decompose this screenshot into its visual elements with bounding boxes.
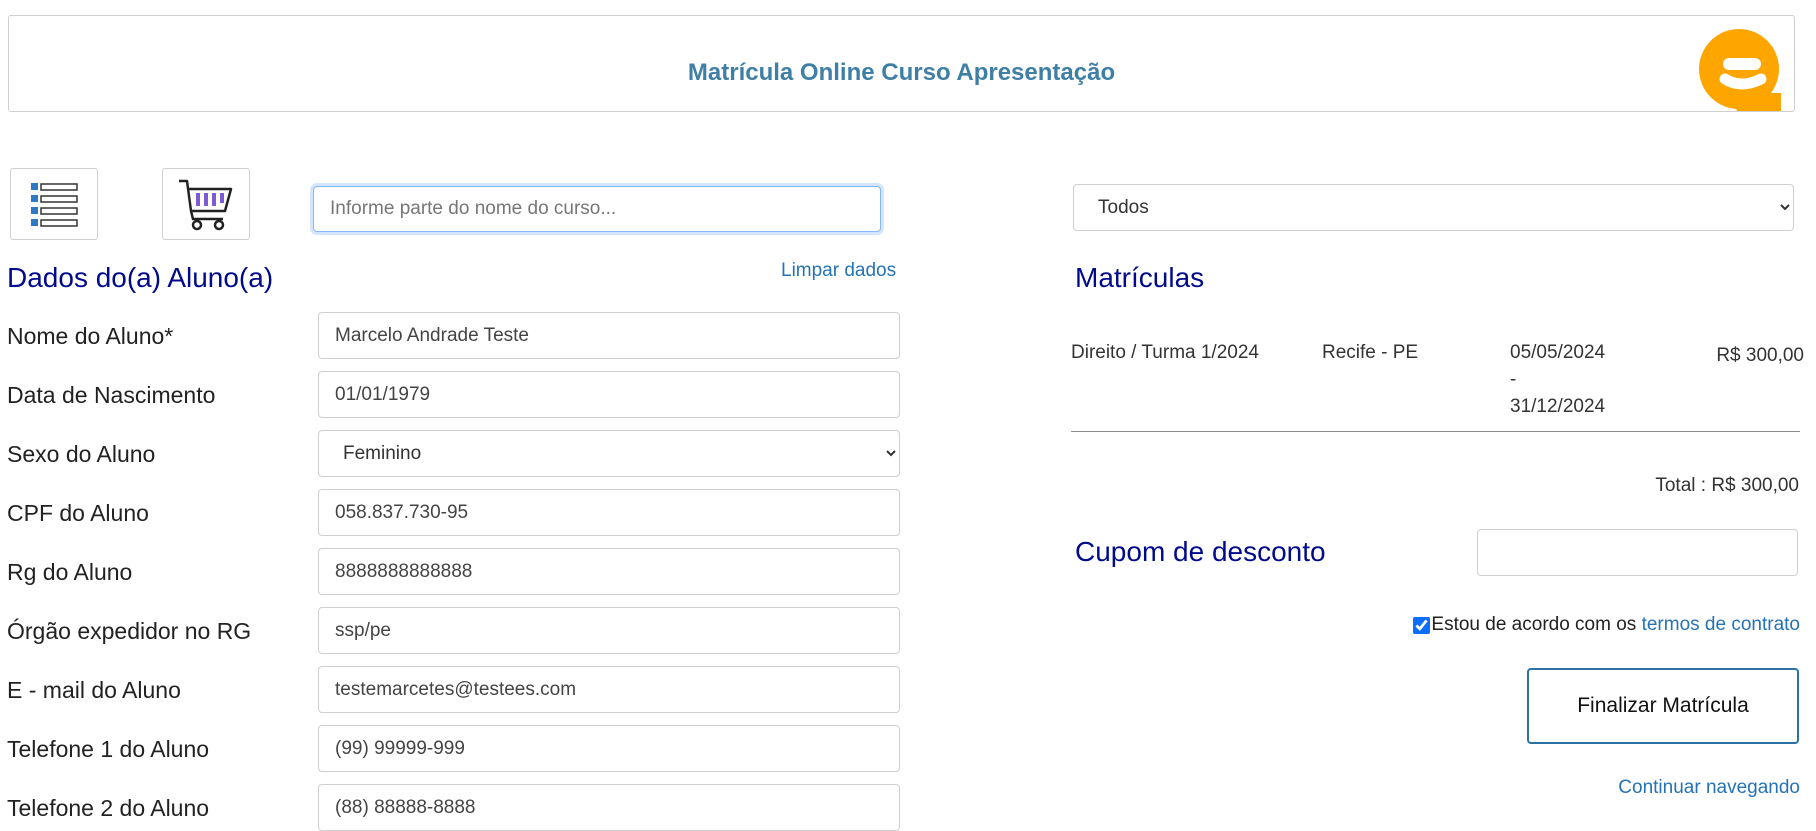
coupon-title: Cupom de desconto bbox=[1075, 536, 1326, 567]
course-search-input[interactable] bbox=[313, 186, 881, 232]
birthdate-label: Data de Nascimento bbox=[7, 382, 216, 408]
phone1-input[interactable] bbox=[318, 725, 900, 772]
enrollment-total: Total : R$ 300,00 bbox=[1655, 475, 1799, 496]
page-header: Matrícula Online Curso Apresentação bbox=[8, 15, 1795, 112]
cpf-label: CPF do Aluno bbox=[7, 500, 149, 526]
page-title: Matrícula Online Curso Apresentação bbox=[687, 59, 1116, 86]
enrollment-date-separator: - bbox=[1510, 369, 1517, 390]
terms-text: Estou de acordo com os bbox=[1431, 614, 1642, 635]
name-label: Nome do Aluno* bbox=[7, 323, 174, 349]
e-logo-icon bbox=[1699, 29, 1781, 111]
enrollment-location: Recife - PE bbox=[1322, 342, 1419, 363]
email-input[interactable] bbox=[318, 666, 900, 713]
rg-issuer-input[interactable] bbox=[318, 607, 900, 654]
phone2-label: Telefone 2 do Aluno bbox=[7, 795, 210, 821]
birthdate-input[interactable] bbox=[318, 371, 900, 418]
rg-issuer-label: Órgão expedidor no RG bbox=[7, 618, 252, 644]
coupon-input[interactable] bbox=[1477, 529, 1798, 576]
enrollments-section-title: Matrículas bbox=[1075, 262, 1205, 293]
terms-link[interactable]: termos de contrato bbox=[1642, 614, 1800, 636]
rg-label: Rg do Aluno bbox=[7, 559, 133, 585]
finalize-enrollment-button[interactable]: Finalizar Matrícula bbox=[1527, 668, 1799, 744]
student-section-title: Dados do(a) Aluno(a) bbox=[7, 262, 274, 293]
phone1-label: Telefone 1 do Aluno bbox=[7, 736, 210, 762]
enrollment-dates: 05/05/2024 - 31/12/2024 bbox=[1510, 339, 1605, 420]
cart-button[interactable] bbox=[162, 168, 250, 240]
gender-label: Sexo do Aluno bbox=[7, 441, 156, 467]
course-filter-select[interactable]: Todos bbox=[1073, 184, 1794, 231]
shopping-cart-icon bbox=[179, 179, 233, 231]
terms-agreement: Estou de acordo com os termos de contrat… bbox=[1413, 614, 1800, 636]
course-list-button[interactable] bbox=[10, 168, 98, 240]
enrollment-course: Direito / Turma 1/2024 bbox=[1071, 342, 1259, 363]
enrollment-date-end: 31/12/2024 bbox=[1510, 396, 1606, 417]
enrollment-date-start: 05/05/2024 bbox=[1510, 342, 1606, 363]
gender-select[interactable]: Feminino bbox=[318, 430, 900, 477]
student-name-input[interactable] bbox=[318, 312, 900, 359]
rg-input[interactable] bbox=[318, 548, 900, 595]
clear-data-link[interactable]: Limpar dados bbox=[781, 260, 896, 282]
list-icon bbox=[31, 183, 78, 227]
terms-checkbox[interactable] bbox=[1413, 616, 1431, 634]
continue-browsing-link[interactable]: Continuar navegando bbox=[1618, 777, 1800, 799]
enrollment-divider bbox=[1071, 431, 1800, 432]
phone2-input[interactable] bbox=[318, 784, 900, 831]
email-label: E - mail do Aluno bbox=[7, 677, 181, 703]
enrollment-price: R$ 300,00 bbox=[1716, 345, 1804, 366]
cpf-input[interactable] bbox=[318, 489, 900, 536]
